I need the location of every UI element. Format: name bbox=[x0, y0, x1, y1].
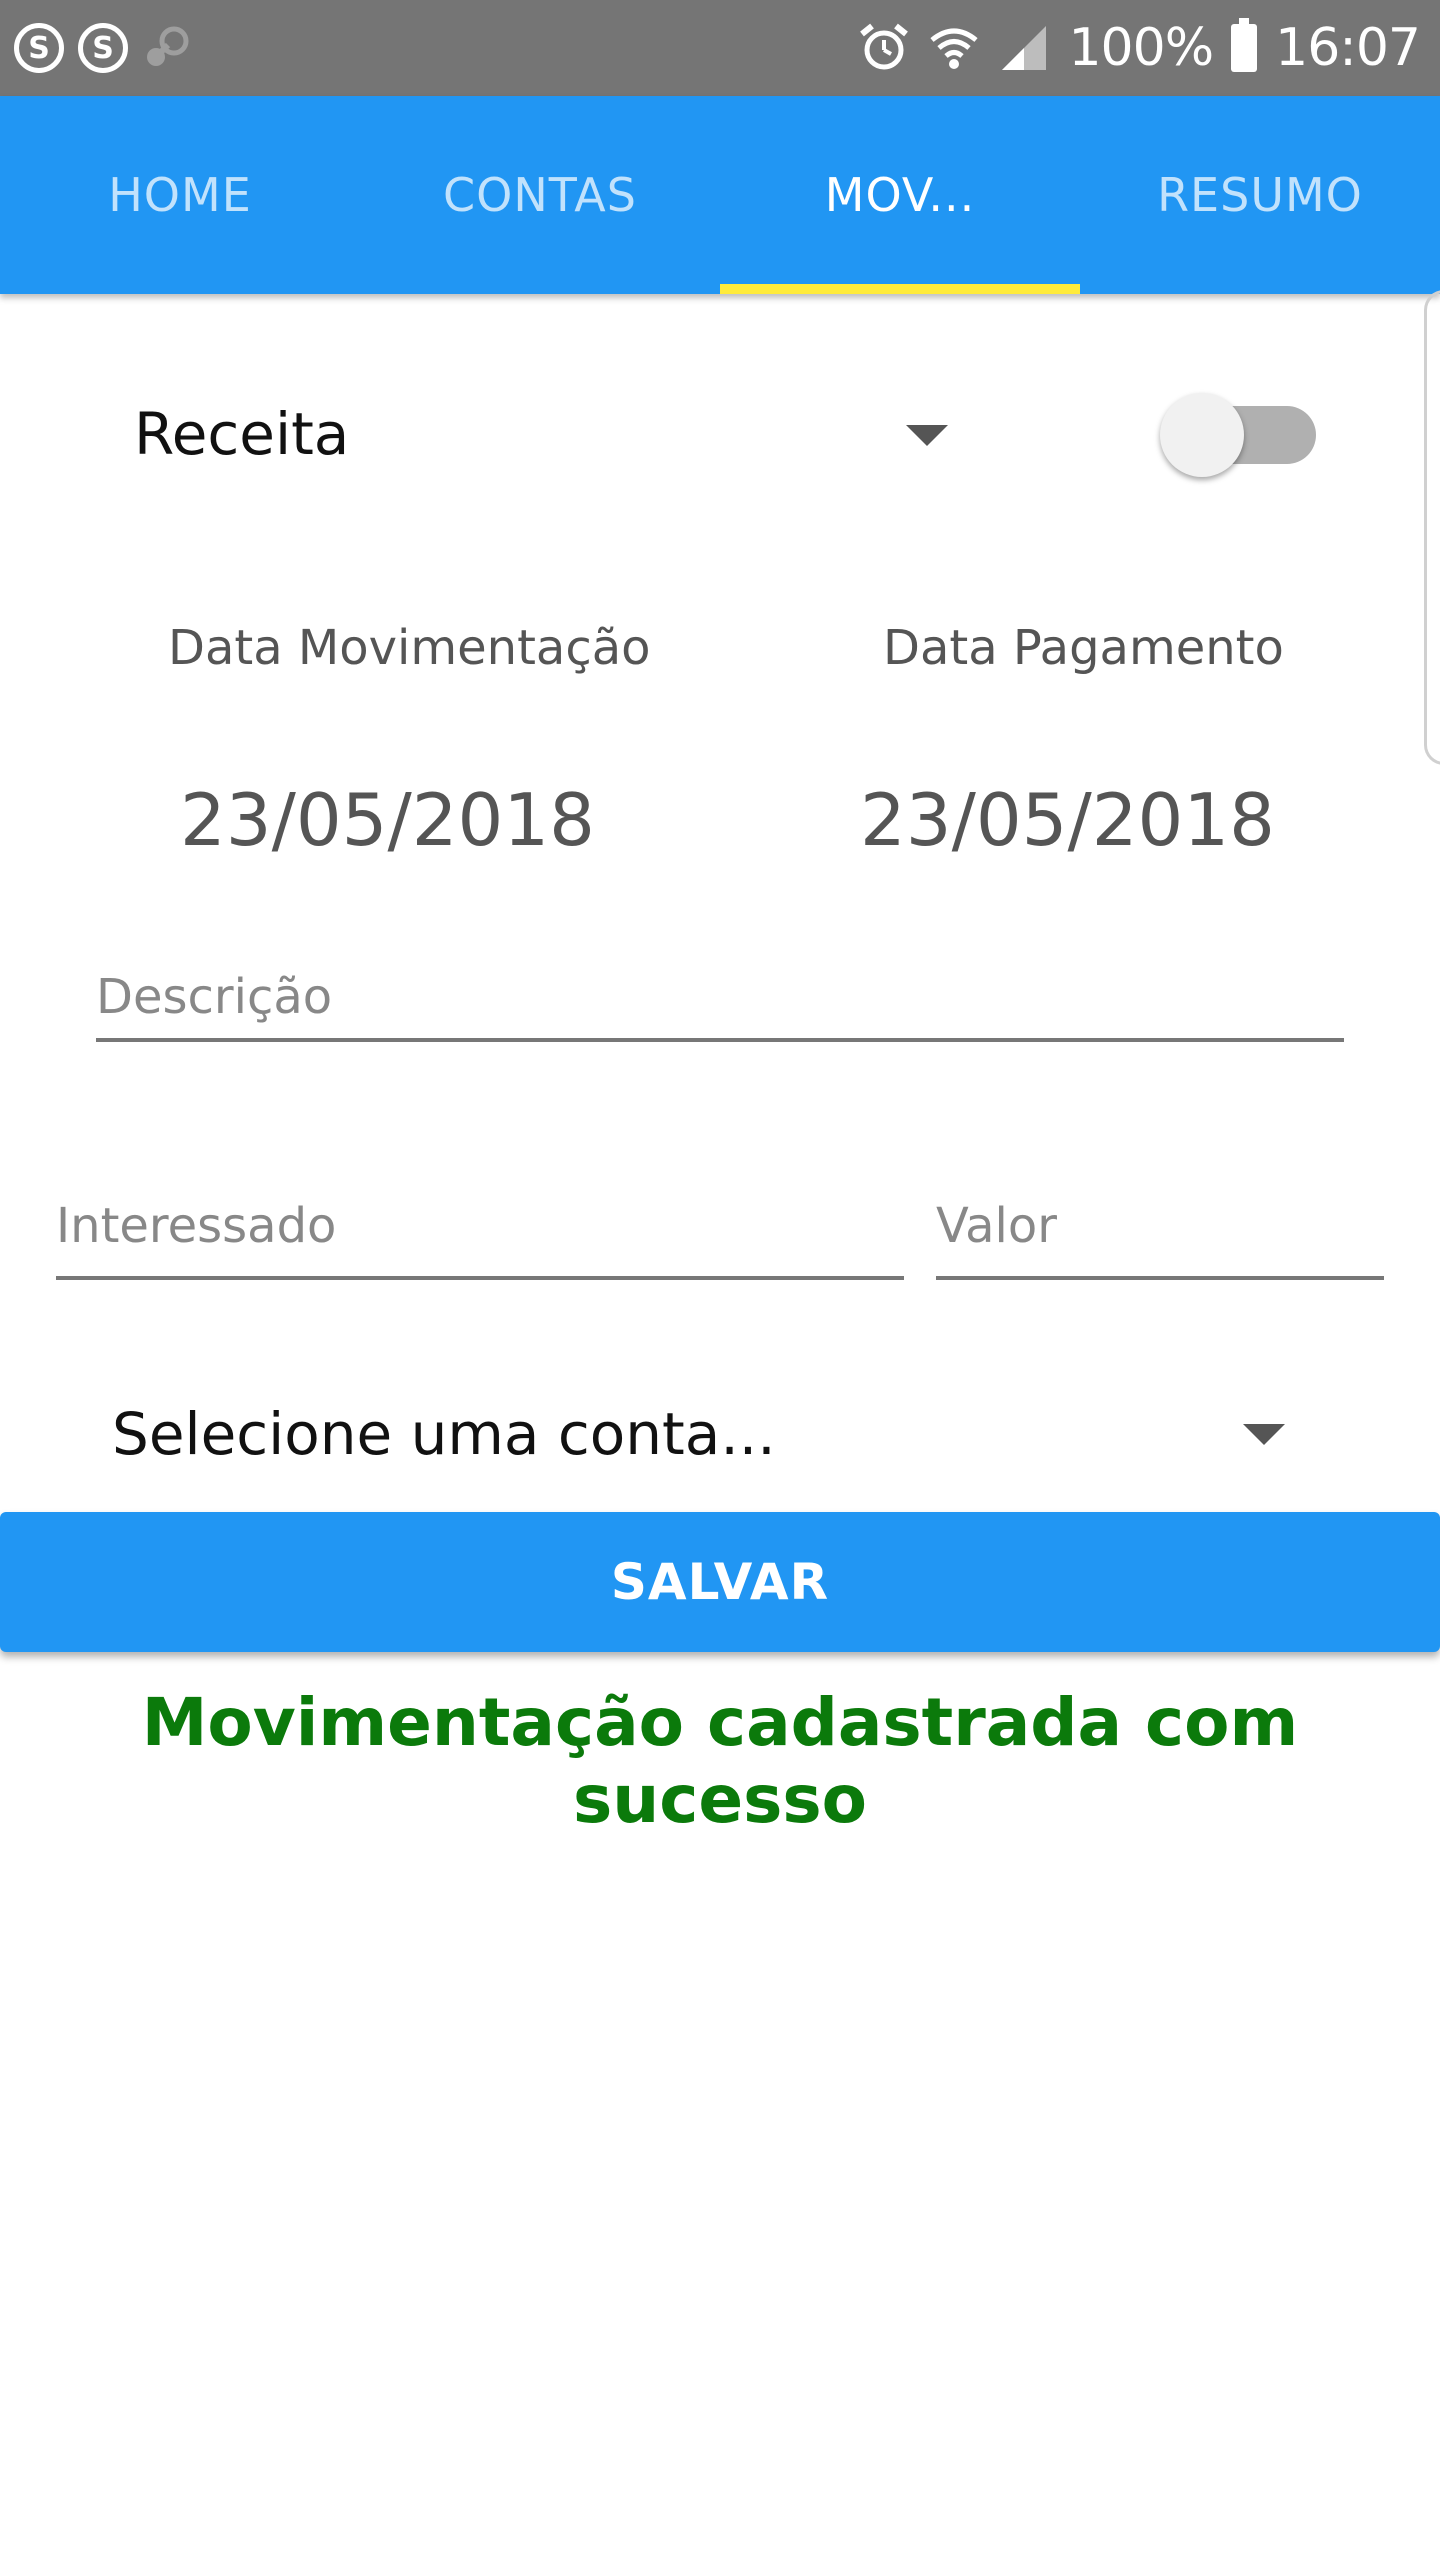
type-spinner-value: Receita bbox=[134, 400, 350, 468]
tab-resumo[interactable]: RESUMO bbox=[1080, 96, 1440, 294]
save-button[interactable]: SALVAR bbox=[0, 1512, 1440, 1652]
tab-home[interactable]: HOME bbox=[0, 96, 360, 294]
system-icons: 100% 16:07 bbox=[858, 14, 1421, 82]
chevron-down-icon bbox=[906, 425, 948, 446]
tab-mov[interactable]: MOV... bbox=[720, 96, 1080, 294]
success-message: Movimentação cadastrada com sucesso bbox=[141, 1684, 1299, 1838]
skype-icon: S bbox=[78, 23, 128, 73]
skype-icon: S bbox=[14, 23, 64, 73]
interessado-input[interactable] bbox=[56, 1176, 904, 1280]
steam-icon bbox=[147, 26, 189, 66]
battery-icon bbox=[1231, 18, 1258, 72]
tab-bar: HOME CONTAS MOV... RESUMO bbox=[0, 96, 1440, 294]
tab-contas[interactable]: CONTAS bbox=[360, 96, 720, 294]
scroll-edge-indicator bbox=[1424, 290, 1440, 765]
battery-percent: 100% bbox=[1068, 18, 1214, 78]
valor-input[interactable] bbox=[936, 1176, 1384, 1280]
date-pagamento-label: Data Pagamento bbox=[883, 620, 1284, 676]
date-movimentacao-value[interactable]: 23/05/2018 bbox=[180, 778, 595, 862]
signal-icon bbox=[1002, 26, 1047, 70]
alarm-icon bbox=[860, 23, 909, 70]
chevron-down-icon bbox=[1243, 1424, 1285, 1445]
date-pagamento-value[interactable]: 23/05/2018 bbox=[860, 778, 1275, 862]
account-spinner-value: Selecione uma conta... bbox=[112, 1400, 776, 1468]
clock: 16:07 bbox=[1275, 18, 1421, 78]
status-bar: S S 100% 16:07 bbox=[0, 0, 1440, 96]
active-tab-indicator bbox=[720, 284, 1080, 294]
date-movimentacao-label: Data Movimentação bbox=[168, 620, 651, 676]
descricao-input[interactable] bbox=[96, 956, 1344, 1042]
notification-icons: S S bbox=[14, 18, 192, 78]
switch-thumb bbox=[1160, 393, 1244, 477]
wifi-icon bbox=[930, 28, 979, 69]
